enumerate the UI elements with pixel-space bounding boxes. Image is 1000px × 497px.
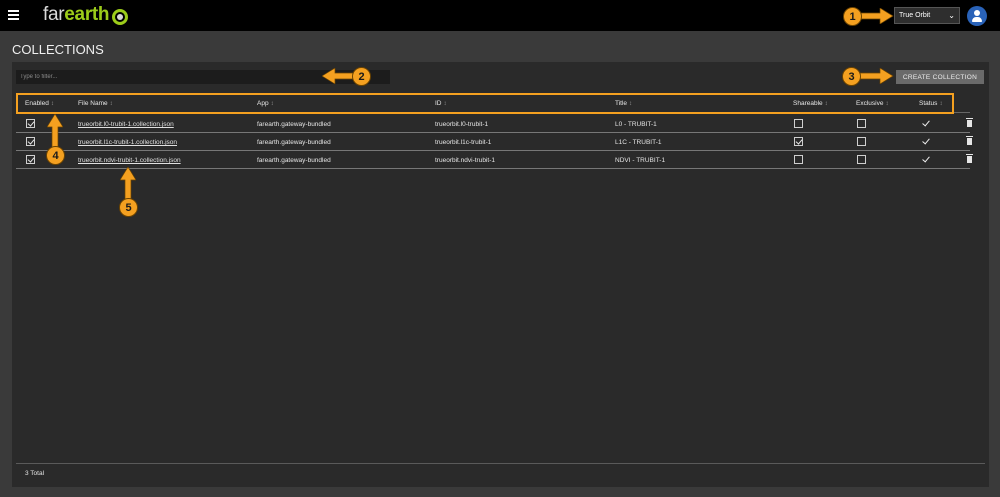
id-cell: trueorbit.l0-trubit-1 (435, 121, 489, 128)
organization-select-value: True Orbit (899, 12, 931, 19)
shareable-checkbox[interactable] (794, 155, 803, 164)
annotation-arrow-3 (860, 68, 894, 84)
annotation-badge-1: 1 (843, 7, 862, 26)
table-row: trueorbit.l0-trubit-1.collection.json fa… (16, 115, 973, 133)
shareable-checkbox[interactable] (794, 119, 803, 128)
exclusive-checkbox[interactable] (857, 155, 866, 164)
annotation-arrow-2 (322, 68, 356, 84)
enabled-checkbox[interactable] (26, 137, 35, 146)
annotation-badge-5: 5 (119, 198, 138, 217)
header-highlight-box (16, 93, 954, 114)
table-footer-divider (16, 463, 985, 464)
status-check-icon (921, 119, 931, 128)
enabled-checkbox[interactable] (26, 155, 35, 164)
status-check-icon (921, 137, 931, 146)
app-cell: farearth.gateway-bundled (257, 121, 331, 128)
delete-icon[interactable] (966, 118, 973, 127)
annotation-arrow-1 (860, 8, 894, 24)
annotation-badge-2: 2 (352, 67, 371, 86)
app-cell: farearth.gateway-bundled (257, 139, 331, 146)
delete-icon[interactable] (966, 154, 973, 163)
exclusive-checkbox[interactable] (857, 137, 866, 146)
exclusive-checkbox[interactable] (857, 119, 866, 128)
shareable-checkbox[interactable] (794, 137, 803, 146)
annotation-arrow-4 (47, 114, 63, 150)
title-cell: L1C - TRUBIT-1 (615, 139, 662, 146)
file-name-link[interactable]: trueorbit.l0-trubit-1.collection.json (78, 121, 174, 128)
file-name-link[interactable]: trueorbit.l1c-trubit-1.collection.json (78, 139, 177, 146)
total-count: 3 Total (25, 470, 45, 477)
status-check-icon (921, 155, 931, 164)
id-cell: trueorbit.l1c-trubit-1 (435, 139, 492, 146)
create-collection-button[interactable]: CREATE COLLECTION (896, 70, 984, 84)
annotation-badge-3: 3 (842, 67, 861, 86)
farearth-logo[interactable]: farearth (43, 4, 110, 26)
table-row: trueorbit.l1c-trubit-1.collection.json f… (16, 133, 973, 151)
user-avatar-icon[interactable] (967, 6, 987, 26)
annotation-badge-4: 4 (46, 146, 65, 165)
enabled-checkbox[interactable] (26, 119, 35, 128)
file-name-link[interactable]: trueorbit.ndvi-trubit-1.collection.json (78, 157, 181, 164)
menu-icon[interactable] (8, 10, 19, 20)
title-cell: L0 - TRUBIT-1 (615, 121, 657, 128)
page-title: COLLECTIONS (12, 42, 104, 57)
table-row: trueorbit.ndvi-trubit-1.collection.json … (16, 151, 973, 169)
organization-select[interactable]: True Orbit ⌄ (894, 7, 960, 24)
chevron-down-icon: ⌄ (948, 11, 955, 20)
logo-globe-icon (112, 9, 128, 25)
app-cell: farearth.gateway-bundled (257, 157, 331, 164)
title-cell: NDVI - TRUBIT-1 (615, 157, 666, 164)
id-cell: trueorbit.ndvi-trubit-1 (435, 157, 495, 164)
delete-icon[interactable] (966, 136, 973, 145)
